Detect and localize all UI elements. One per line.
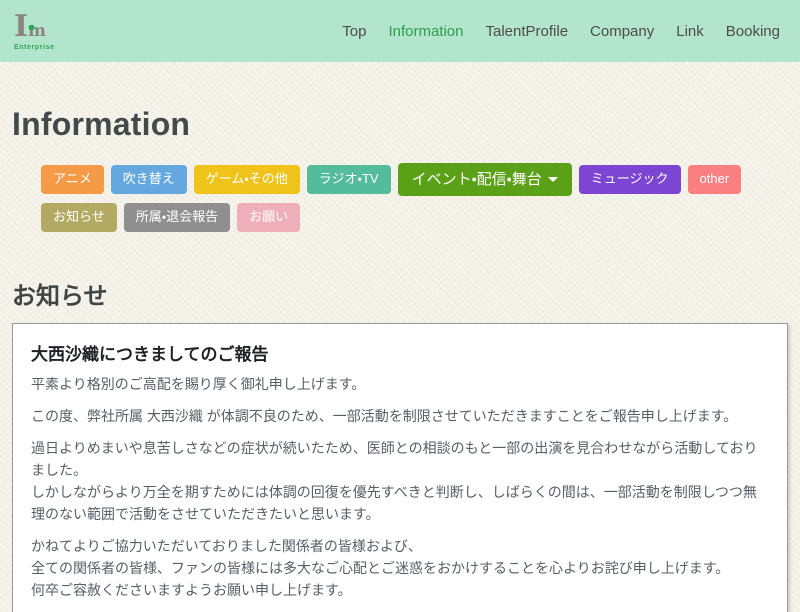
logo-mark: Im xyxy=(14,23,46,40)
announcement-line: しかしながらより万全を期すためには体調の回復を優先すべきと判断し、しばらくの間は… xyxy=(31,481,769,525)
announcement-line: かねてよりご協力いただいておりました関係者の皆様および、 xyxy=(31,535,769,557)
announcement-paragraph: 平素より格別のご高配を賜り厚く御礼申し上げます。 xyxy=(31,373,769,395)
page-title: Information xyxy=(12,106,788,143)
filter-other-button[interactable]: other xyxy=(688,165,742,194)
logo-letter-m: m xyxy=(28,21,46,41)
news-section-title: お知らせ xyxy=(12,276,788,311)
site-header: Im Enterprise Top Information TalentProf… xyxy=(0,0,800,62)
announcement-line: 全ての関係者の皆様、ファンの皆様には多大なご心配とご迷惑をおかけすることを心より… xyxy=(31,557,769,579)
filter-radio-tv-button[interactable]: ラジオ・TV xyxy=(307,165,391,194)
announcement-paragraph: この度、弊社所属 大西沙織 が体調不良のため、一部活動を制限させていただきますこ… xyxy=(31,405,769,427)
filter-event-stream-stage-dropdown[interactable]: イベント・配信・舞台 xyxy=(398,163,572,196)
filter-music-button[interactable]: ミュージック xyxy=(579,165,681,194)
caret-down-icon xyxy=(548,177,558,182)
nav-top[interactable]: Top xyxy=(342,23,366,40)
announcement-line: 何卒ご容赦くださいますようお願い申し上げます。 xyxy=(31,579,769,601)
im-enterprise-logo[interactable]: Im Enterprise xyxy=(14,12,55,51)
nav-talentprofile[interactable]: TalentProfile xyxy=(486,23,569,40)
logo-letter-i: I xyxy=(14,9,28,44)
nav-company[interactable]: Company xyxy=(590,23,654,40)
announcement-line: 平素より格別のご高配を賜り厚く御礼申し上げます。 xyxy=(31,373,769,395)
filter-dubbing-button[interactable]: 吹き替え xyxy=(111,165,187,194)
announcement-paragraph: かねてよりご協力いただいておりました関係者の皆様および、 全ての関係者の皆様、フ… xyxy=(31,535,769,601)
announcement-box: 大西沙織につきましてのご報告 平素より格別のご高配を賜り厚く御礼申し上げます。 … xyxy=(12,323,788,612)
filter-game-other-button[interactable]: ゲーム・その他 xyxy=(194,165,300,194)
category-filters: アニメ 吹き替え ゲーム・その他 ラジオ・TV イベント・配信・舞台 ミュージッ… xyxy=(41,163,761,232)
announcement-line: 過日よりめまいや息苦しさなどの症状が続いたため、医師との相談のもと一部の出演を見… xyxy=(31,437,769,481)
announcement-line: この度、弊社所属 大西沙織 が体調不良のため、一部活動を制限させていただきますこ… xyxy=(31,405,769,427)
logo-dot-icon xyxy=(29,25,34,30)
filter-event-label: イベント・配信・舞台 xyxy=(412,171,542,188)
main-nav: Top Information TalentProfile Company Li… xyxy=(342,23,780,40)
filter-request-button[interactable]: お願い xyxy=(237,203,300,232)
filter-anime-button[interactable]: アニメ xyxy=(41,165,104,194)
filter-news-button[interactable]: お知らせ xyxy=(41,203,117,232)
nav-link[interactable]: Link xyxy=(676,23,704,40)
page-content: Information アニメ 吹き替え ゲーム・その他 ラジオ・TV イベント… xyxy=(0,106,800,612)
announcement-title: 大西沙織につきましてのご報告 xyxy=(31,340,769,365)
nav-information[interactable]: Information xyxy=(388,23,463,40)
announcement-paragraph: 過日よりめまいや息苦しさなどの症状が続いたため、医師との相談のもと一部の出演を見… xyxy=(31,437,769,525)
filter-join-leave-report-button[interactable]: 所属・退会報告 xyxy=(124,203,230,232)
logo-subtitle: Enterprise xyxy=(14,44,55,51)
nav-booking[interactable]: Booking xyxy=(726,23,780,40)
